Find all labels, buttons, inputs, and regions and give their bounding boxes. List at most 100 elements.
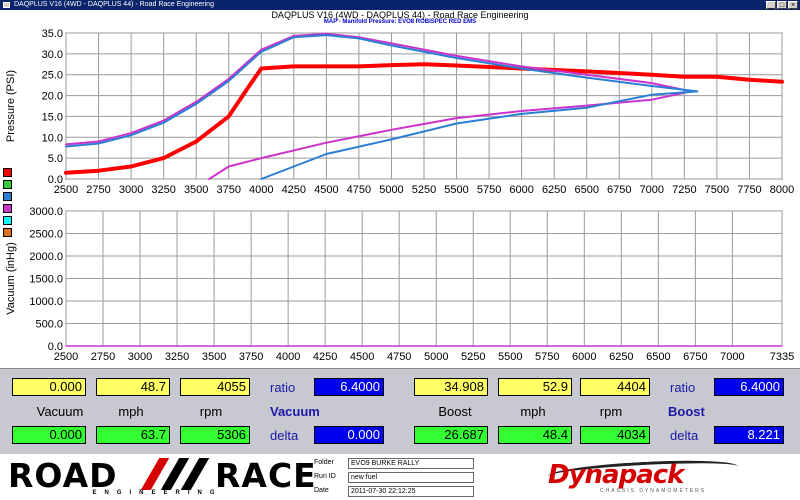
vacuum-top-rpm: 4055 bbox=[180, 378, 250, 396]
readout-panel: 0.000 48.7 4055 ratio 6.4000 Vacuum mph … bbox=[0, 368, 800, 454]
run-id-label: Run ID bbox=[314, 473, 336, 480]
x-tick-label: 5000 bbox=[379, 184, 403, 196]
run-id-field[interactable]: new fuel bbox=[348, 472, 474, 483]
vacuum-section-label: Vacuum bbox=[270, 404, 320, 419]
boost-ratio-label: ratio bbox=[670, 380, 696, 395]
x-tick-label: 7000 bbox=[720, 351, 744, 363]
boost-label: Boost bbox=[438, 404, 472, 419]
y-tick-label: 0.0 bbox=[48, 174, 63, 186]
vacuum-chart: 2500 2750 3000 3250 3500 3750 4000 4250 4500 4750… bbox=[5, 206, 794, 363]
vacuum-ratio-value: 6.4000 bbox=[314, 378, 384, 396]
window-title: DAQPLUS V16 (4WD - DAQPLUS 44) - Road Ra… bbox=[14, 1, 214, 8]
vacuum-delta-label: delta bbox=[270, 428, 299, 443]
y-tick-label: 15.0 bbox=[42, 111, 63, 123]
x-tick-label: 4500 bbox=[350, 351, 374, 363]
x-tick-label: 4000 bbox=[276, 351, 300, 363]
y-tick-label: 25.0 bbox=[42, 70, 63, 82]
x-tick-label: 3000 bbox=[128, 351, 152, 363]
pressure-chart: 2500 2750 3000 3250 3500 3750 4000 4250 4500 4750… bbox=[5, 28, 794, 196]
date-field[interactable]: 2011-07-30 22:12:25 bbox=[348, 486, 474, 497]
x-tick-label: 6750 bbox=[607, 184, 631, 196]
dyno-app: DAQPLUS V16 (4WD - DAQPLUS 44) - Road Ra… bbox=[0, 0, 800, 500]
x-tick-label: 7335 bbox=[770, 351, 794, 363]
x-tick-label: 2750 bbox=[91, 351, 115, 363]
vacuum-bottom-mph: 63.7 bbox=[96, 426, 170, 444]
vacuum-ratio-label: ratio bbox=[270, 380, 296, 395]
boost-bottom-mph: 48.4 bbox=[498, 426, 572, 444]
vacuum-label: Vacuum bbox=[36, 404, 84, 419]
boost-top-rpm: 4404 bbox=[580, 378, 650, 396]
close-button[interactable]: × bbox=[788, 1, 798, 9]
window-controls: _ □ × bbox=[766, 1, 798, 9]
y-axis-title: Pressure (PSI) bbox=[5, 70, 17, 142]
y-tick-label: 500.0 bbox=[35, 319, 63, 331]
x-tick-label: 7000 bbox=[640, 184, 664, 196]
x-tick-label: 3500 bbox=[184, 184, 208, 196]
boost-mph-label: mph bbox=[520, 404, 546, 419]
x-tick-label: 5500 bbox=[444, 184, 468, 196]
logo-engineering-text: ENGINEERING bbox=[92, 490, 223, 496]
dynapack-subtitle: CHASSIS DYNAMOMETERS bbox=[600, 488, 707, 494]
y-tick-label: 3000.0 bbox=[29, 206, 63, 218]
y-tick-label: 1500.0 bbox=[29, 274, 63, 286]
footer: ROAD RACE ENGINEERING Folder EVO9 BURKE … bbox=[0, 454, 800, 500]
x-tick-label: 3250 bbox=[151, 184, 175, 196]
x-tick-label: 3000 bbox=[119, 184, 143, 196]
vacuum-top-mph: 48.7 bbox=[96, 378, 170, 396]
x-tick-label: 8000 bbox=[770, 184, 794, 196]
x-tick-label: 4500 bbox=[314, 184, 338, 196]
y-tick-label: 20.0 bbox=[42, 91, 63, 103]
x-tick-label: 4000 bbox=[249, 184, 273, 196]
x-tick-label: 5750 bbox=[535, 351, 559, 363]
y-tick-label: 35.0 bbox=[42, 28, 63, 40]
y-tick-label: 0.0 bbox=[48, 341, 63, 353]
boost-top-mph: 52.9 bbox=[498, 378, 572, 396]
title-bar: DAQPLUS V16 (4WD - DAQPLUS 44) - Road Ra… bbox=[0, 0, 800, 10]
y-tick-label: 5.0 bbox=[48, 153, 63, 165]
vacuum-bottom-value: 0.000 bbox=[12, 426, 86, 444]
x-tick-label: 7500 bbox=[705, 184, 729, 196]
x-tick-label: 3750 bbox=[239, 351, 263, 363]
folder-label: Folder bbox=[314, 459, 334, 466]
y-tick-label: 2500.0 bbox=[29, 229, 63, 241]
x-tick-label: 5000 bbox=[424, 351, 448, 363]
x-tick-label: 6500 bbox=[574, 184, 598, 196]
boost-delta-value: 8.221 bbox=[714, 426, 784, 444]
y-axis-title: Vacuum (inHg) bbox=[5, 242, 17, 315]
maximize-button[interactable]: □ bbox=[777, 1, 787, 9]
boost-section-label: Boost bbox=[668, 404, 705, 419]
x-tick-label: 3750 bbox=[216, 184, 240, 196]
vacuum-delta-value: 0.000 bbox=[314, 426, 384, 444]
boost-rpm-label: rpm bbox=[599, 404, 623, 419]
x-tick-label: 6250 bbox=[609, 351, 633, 363]
boost-bottom-rpm: 4034 bbox=[580, 426, 650, 444]
y-tick-label: 10.0 bbox=[42, 132, 63, 144]
boost-bottom-value: 26.687 bbox=[414, 426, 488, 444]
x-tick-label: 3500 bbox=[202, 351, 226, 363]
boost-top-value: 34.908 bbox=[414, 378, 488, 396]
x-tick-label: 5250 bbox=[461, 351, 485, 363]
x-tick-label: 2750 bbox=[86, 184, 110, 196]
vacuum-rpm-label: rpm bbox=[199, 404, 223, 419]
vacuum-mph-label: mph bbox=[118, 404, 144, 419]
y-tick-label: 30.0 bbox=[42, 49, 63, 61]
x-tick-label: 5750 bbox=[477, 184, 501, 196]
y-tick-label: 1000.0 bbox=[29, 296, 63, 308]
x-tick-label: 6000 bbox=[509, 184, 533, 196]
legend-swatch-green[interactable] bbox=[3, 180, 12, 189]
y-tick-label: 2000.0 bbox=[29, 251, 63, 263]
app-icon bbox=[3, 2, 10, 8]
x-tick-label: 6500 bbox=[646, 351, 670, 363]
vacuum-top-value: 0.000 bbox=[12, 378, 86, 396]
vacuum-bottom-rpm: 5306 bbox=[180, 426, 250, 444]
boost-delta-label: delta bbox=[670, 428, 699, 443]
x-tick-label: 6000 bbox=[572, 351, 596, 363]
x-tick-label: 4750 bbox=[387, 351, 411, 363]
folder-field[interactable]: EVO9 BURKE RALLY bbox=[348, 458, 474, 469]
minimize-button[interactable]: _ bbox=[766, 1, 776, 9]
x-tick-label: 5250 bbox=[412, 184, 436, 196]
x-tick-label: 7250 bbox=[672, 184, 696, 196]
x-tick-label: 6250 bbox=[542, 184, 566, 196]
date-label: Date bbox=[314, 487, 329, 494]
legend-swatch-red[interactable] bbox=[3, 168, 12, 177]
